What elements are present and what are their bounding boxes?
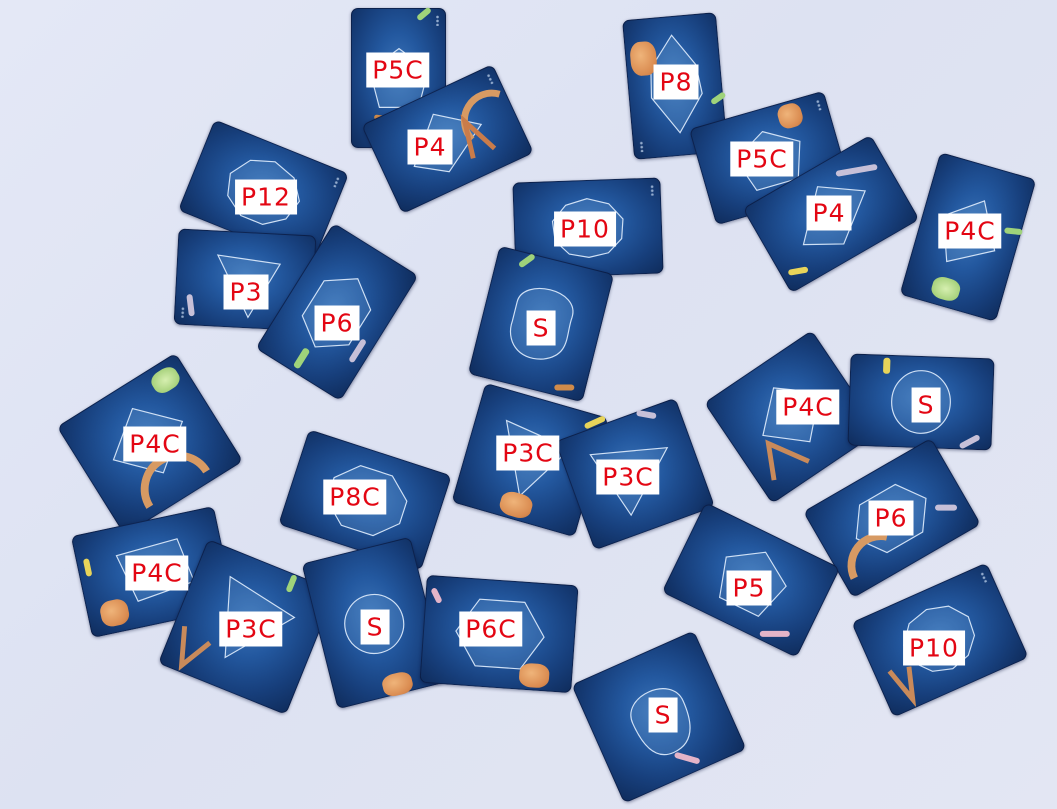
card-label: P3C bbox=[219, 611, 283, 647]
card-table: P5C P4 P8 P5C P4 P4C P12 P10 P3 P6 S P4C… bbox=[0, 0, 1057, 809]
card-label: P6C bbox=[459, 611, 523, 647]
card-label: P4C bbox=[125, 555, 189, 591]
card-label: P5C bbox=[366, 52, 430, 88]
card-label: P4C bbox=[938, 213, 1002, 249]
card-label: P8C bbox=[323, 479, 387, 515]
card-label: P12 bbox=[235, 179, 297, 215]
eraser bbox=[518, 662, 550, 689]
chalk-stick bbox=[882, 357, 891, 374]
card-label: S bbox=[911, 387, 941, 423]
card-label: P4 bbox=[407, 129, 453, 165]
corner-dots bbox=[180, 306, 185, 318]
card-label: P4C bbox=[123, 426, 187, 462]
card-label: P8 bbox=[653, 64, 699, 100]
card-label: S bbox=[360, 609, 390, 645]
card-label: P3 bbox=[223, 274, 269, 310]
card-label: P6 bbox=[868, 500, 914, 536]
card-label: P6 bbox=[314, 305, 360, 341]
card-label: P4 bbox=[806, 195, 852, 231]
card-label: P10 bbox=[903, 630, 965, 666]
card-label: P10 bbox=[554, 211, 616, 247]
chalk-stick bbox=[554, 384, 575, 391]
chalk-stick bbox=[759, 630, 790, 637]
card-label: S bbox=[526, 310, 556, 346]
card-label: P3C bbox=[496, 435, 560, 471]
corner-dots bbox=[436, 15, 439, 26]
card-label: P5C bbox=[730, 141, 794, 177]
chalk-stick bbox=[935, 504, 958, 511]
card-label: P4C bbox=[776, 389, 840, 425]
card-label: P3C bbox=[596, 459, 660, 495]
card-label: P5 bbox=[726, 570, 772, 606]
corner-dots bbox=[650, 184, 654, 196]
card-label: S bbox=[648, 697, 678, 733]
